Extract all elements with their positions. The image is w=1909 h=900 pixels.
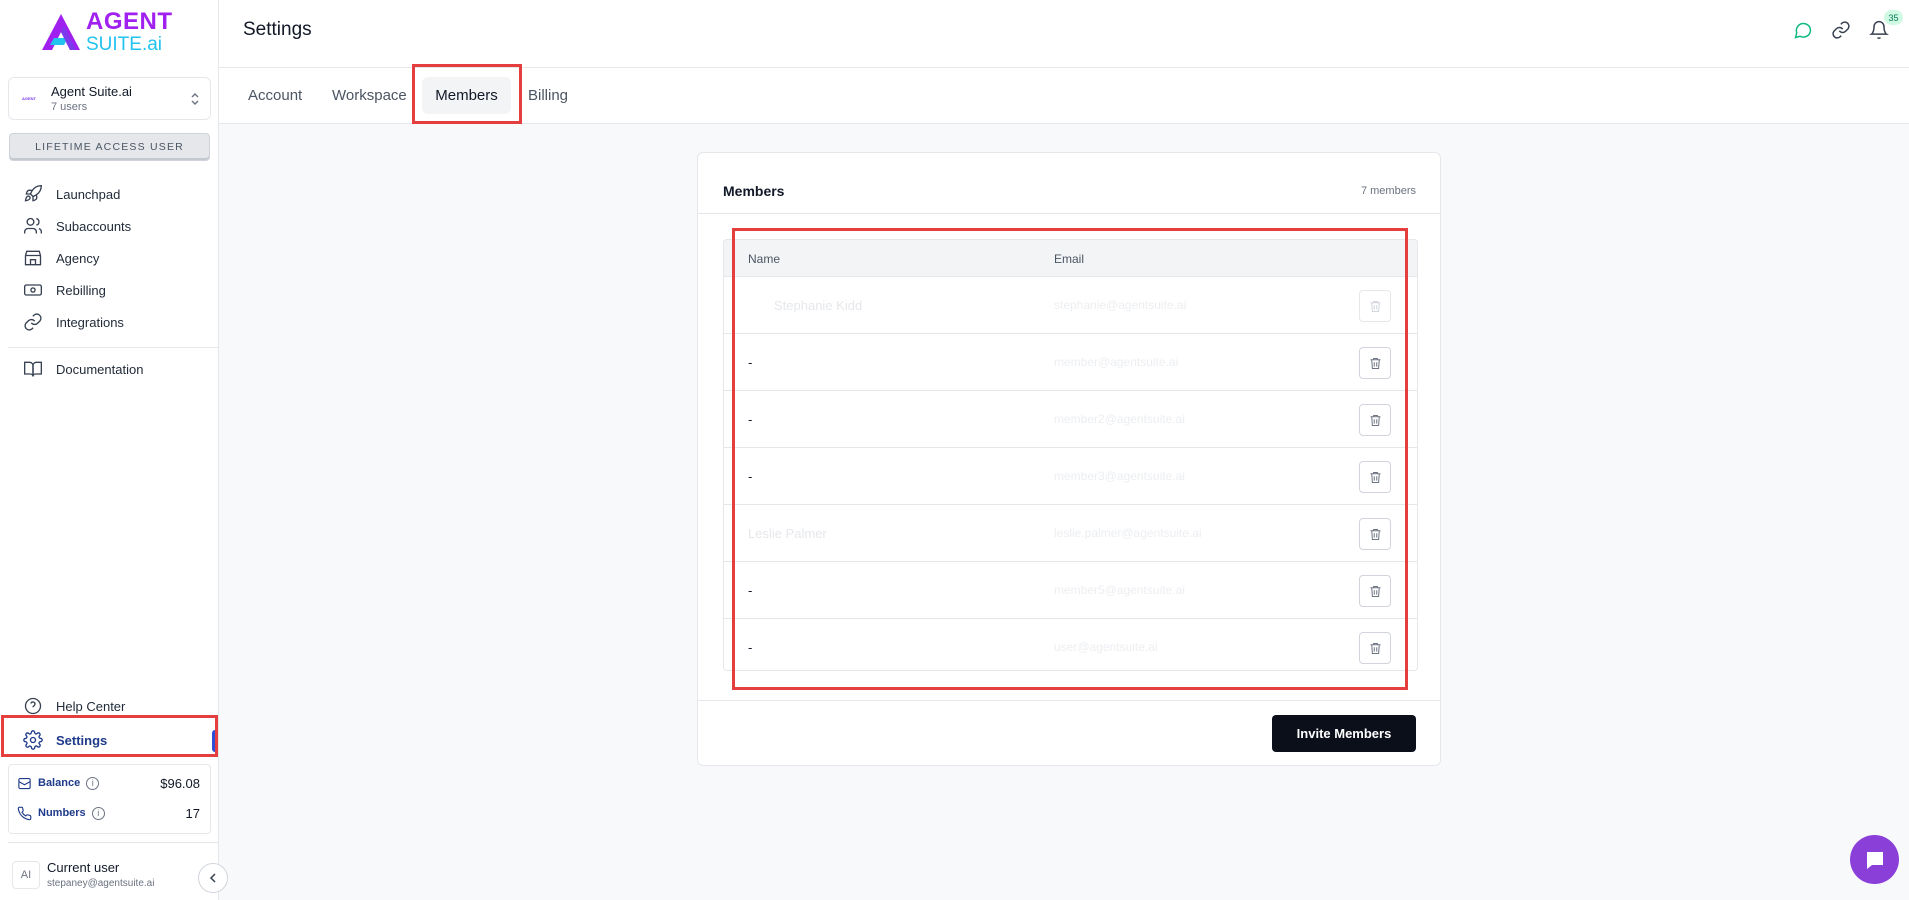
message-square-icon (1866, 851, 1883, 869)
logo-text-agent: AGENT (86, 8, 173, 35)
card-footer-divider (698, 700, 1440, 701)
chat-bubble-icon[interactable] (1793, 20, 1813, 40)
sidebar-item-label: Documentation (56, 361, 144, 377)
sidebar-item-rebilling[interactable]: Rebilling (23, 278, 106, 302)
logo-mark-icon (40, 12, 82, 52)
workspace-user-count: 7 users (51, 101, 88, 113)
balance-value: $96.08 (160, 775, 200, 791)
members-count: 7 members (1360, 185, 1416, 197)
sidebar-item-launchpad[interactable]: Launchpad (23, 182, 120, 206)
sidebar: AGENT SUITE.ai AGENT Agent Suite.ai 7 us… (0, 0, 219, 900)
chevron-left-icon (209, 873, 216, 883)
sidebar-item-label: Subaccounts (56, 218, 132, 234)
store-icon (24, 250, 42, 266)
tab-account[interactable]: Account (248, 87, 302, 104)
numbers-value: 17 (185, 805, 200, 821)
members-table-highlight-box (732, 228, 1408, 690)
help-circle-icon (24, 697, 42, 715)
sidebar-item-label: Rebilling (56, 282, 106, 298)
workspace-switcher[interactable]: AGENT Agent Suite.ai 7 users (8, 77, 211, 120)
balance-row[interactable]: Balance i $96.08 (17, 773, 200, 793)
sidebar-item-agency[interactable]: Agency (23, 246, 99, 270)
page-title: Settings (243, 19, 312, 40)
members-title: Members (723, 183, 785, 199)
link-icon[interactable] (1831, 20, 1851, 40)
book-icon (24, 361, 42, 377)
top-bar: Settings 35 (219, 0, 1909, 68)
sidebar-item-subaccounts[interactable]: Subaccounts (23, 214, 131, 238)
support-chat-button[interactable] (1850, 835, 1899, 884)
lifetime-access-badge[interactable]: LIFETIME ACCESS USER (9, 133, 210, 161)
members-tab-highlight-box (412, 64, 522, 124)
settings-tabs: Account Workspace Members Billing (219, 64, 1909, 124)
info-icon[interactable]: i (86, 776, 100, 790)
tab-workspace[interactable]: Workspace (332, 87, 407, 104)
user-email: stepaney@agentsuite.ai (47, 878, 155, 889)
brand-logo[interactable]: AGENT SUITE.ai (40, 8, 190, 55)
numbers-row[interactable]: Numbers i 17 (17, 803, 200, 823)
workspace-avatar: AGENT (22, 96, 36, 101)
info-icon[interactable]: i (91, 806, 105, 820)
banknote-icon (24, 284, 42, 296)
rocket-icon (24, 184, 43, 202)
workspace-name: Agent Suite.ai (51, 84, 132, 99)
wallet-icon (18, 777, 31, 789)
avatar: AI (12, 861, 40, 889)
chevron-up-down-icon (191, 93, 199, 105)
sidebar-item-documentation[interactable]: Documentation (23, 357, 143, 381)
usage-stats-panel: Balance i $96.08 Numbers i 17 (8, 764, 211, 834)
members-card-header: Members 7 members (698, 153, 1440, 214)
invite-members-button[interactable]: Invite Members (1272, 715, 1416, 752)
tab-billing[interactable]: Billing (528, 87, 568, 104)
sidebar-divider (8, 347, 219, 348)
collapse-sidebar-button[interactable] (198, 863, 228, 893)
sidebar-item-integrations[interactable]: Integrations (23, 310, 124, 334)
users-icon (24, 217, 43, 234)
phone-icon (17, 806, 32, 820)
current-user-block[interactable]: AI Current user stepaney@agentsuite.ai (8, 842, 219, 900)
sidebar-item-label: Help Center (56, 698, 126, 714)
numbers-label: Numbers (38, 807, 86, 819)
sidebar-item-label: Integrations (56, 314, 124, 330)
balance-label: Balance (38, 777, 81, 789)
sidebar-item-label: Agency (56, 250, 100, 266)
logo-text-suite: SUITE.ai (86, 34, 163, 55)
settings-highlight-box (1, 715, 218, 757)
sidebar-item-label: Launchpad (56, 186, 121, 202)
notification-count-badge: 35 (1884, 10, 1903, 25)
link-icon (24, 313, 42, 331)
user-name: Current user (47, 860, 120, 875)
